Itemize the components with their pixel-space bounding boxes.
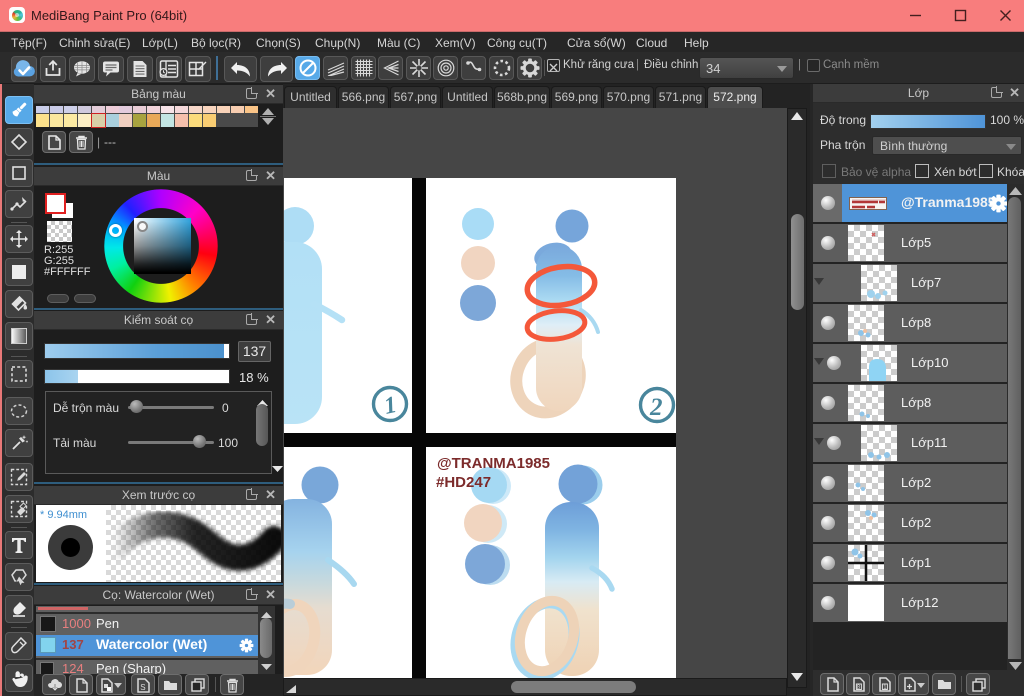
svg-text:2: 2 [649,394,663,421]
svg-text:1: 1 [883,685,887,691]
svg-text:1: 1 [382,392,399,420]
svg-text:#HD247: #HD247 [436,474,491,491]
svg-text:S: S [140,683,145,692]
svg-text:@TRANMA1985: @TRANMA1985 [437,455,550,472]
svg-text:8: 8 [857,685,861,691]
